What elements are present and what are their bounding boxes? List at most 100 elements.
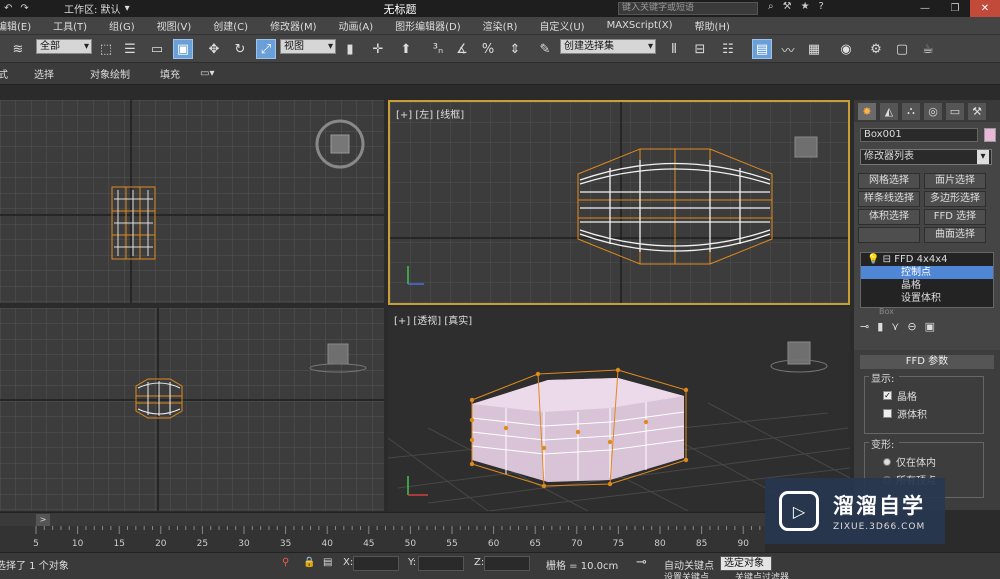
rendered-frame-icon[interactable]: ▢ bbox=[892, 39, 912, 59]
undo-icon[interactable]: ↶ bbox=[4, 3, 12, 14]
align-icon[interactable]: ⊟ bbox=[690, 39, 710, 59]
menu-group[interactable]: 组(G) bbox=[98, 18, 146, 33]
selection-filter-select[interactable]: 全部 bbox=[36, 39, 92, 54]
star-icon[interactable]: ★ bbox=[801, 1, 810, 12]
maximize-button[interactable]: ❐ bbox=[940, 0, 970, 17]
next-frame-icon[interactable]: > bbox=[36, 514, 50, 526]
y-coord-field[interactable] bbox=[418, 556, 464, 571]
help-icon[interactable]: ? bbox=[819, 1, 824, 12]
menu-animation[interactable]: 动画(A) bbox=[328, 18, 385, 33]
rotate-icon[interactable]: ↻ bbox=[230, 39, 250, 59]
lock-selection-icon[interactable]: ⚲ bbox=[282, 557, 289, 568]
render-teapot-icon[interactable]: ☕ bbox=[918, 39, 938, 59]
angle-snap-icon[interactable]: ∡ bbox=[452, 39, 472, 59]
source-volume-checkbox[interactable]: 源体积 bbox=[883, 406, 983, 421]
show-end-result-icon[interactable]: ▮ bbox=[877, 320, 883, 333]
redo-icon[interactable]: ↷ bbox=[20, 3, 28, 14]
rect-selection-icon[interactable]: ▭ bbox=[147, 39, 167, 59]
stack-item-ffd[interactable]: 💡 ⊟ FFD 4x4x4 bbox=[861, 253, 993, 266]
object-color-swatch[interactable] bbox=[984, 128, 996, 142]
menu-customize[interactable]: 自定义(U) bbox=[528, 18, 595, 33]
stack-item-lattice[interactable]: 晶格 bbox=[861, 279, 993, 292]
viewport-perspective-label[interactable]: [+] [透视] [真实] bbox=[394, 312, 472, 327]
menu-help[interactable]: 帮助(H) bbox=[684, 18, 741, 33]
transform-mode-icon[interactable]: ▤ bbox=[323, 557, 332, 568]
scene-explorer-icon[interactable]: ▤ bbox=[752, 39, 772, 59]
edit-named-sets-icon[interactable]: ✎ bbox=[535, 39, 555, 59]
workspace-select[interactable]: 工作区: 默认 ▾ bbox=[64, 1, 130, 16]
ribbon-options-icon[interactable]: ▭▾ bbox=[200, 68, 214, 79]
reference-coord-select[interactable]: 视图 bbox=[280, 39, 336, 54]
scale-icon[interactable]: ⤢ bbox=[256, 39, 276, 59]
pivot-center-icon[interactable]: ▮ bbox=[340, 39, 360, 59]
display-tab-icon[interactable]: ▭ bbox=[946, 102, 964, 120]
selected-objects-select[interactable]: 选定对象 bbox=[720, 556, 772, 571]
select-manipulate-icon[interactable]: ✛ bbox=[368, 39, 388, 59]
ffd-params-title[interactable]: FFD 参数 bbox=[860, 355, 994, 369]
mesh-select-button[interactable]: 网格选择 bbox=[858, 173, 920, 189]
menu-maxscript[interactable]: MAXScript(X) bbox=[596, 20, 684, 31]
mirror-icon[interactable]: ⫴ bbox=[664, 39, 684, 59]
viewport-front[interactable] bbox=[0, 308, 384, 511]
viewport-top[interactable] bbox=[0, 100, 384, 303]
bind-spacewarp-icon[interactable]: ≋ bbox=[8, 39, 28, 59]
object-name-field[interactable]: Box001 bbox=[860, 128, 978, 142]
ribbon-tab-selection[interactable]: 选择 bbox=[34, 66, 54, 81]
z-coord-field[interactable] bbox=[484, 556, 530, 571]
x-coord-field[interactable] bbox=[353, 556, 399, 571]
only-in-volume-radio[interactable]: 仅在体内 bbox=[883, 454, 983, 469]
layer-manager-icon[interactable]: ☷ bbox=[718, 39, 738, 59]
remove-modifier-icon[interactable]: ⊖ bbox=[907, 320, 916, 333]
select-object-icon[interactable]: ⬚ bbox=[96, 39, 116, 59]
ribbon-tab-modeling[interactable]: 模式 bbox=[0, 66, 8, 81]
spinner-snap-icon[interactable]: ⇕ bbox=[505, 39, 525, 59]
percent-snap-icon[interactable]: % bbox=[478, 39, 498, 59]
modifier-list-select[interactable]: 修改器列表 bbox=[860, 149, 992, 165]
menu-graph-editors[interactable]: 图形编辑器(D) bbox=[384, 18, 472, 33]
spline-select-button[interactable]: 样条线选择 bbox=[858, 191, 920, 207]
make-unique-icon[interactable]: ⋎ bbox=[891, 320, 899, 333]
stack-item-set-volume[interactable]: 设置体积 bbox=[861, 292, 993, 305]
ffd-select-button[interactable]: FFD 选择 bbox=[924, 209, 986, 225]
empty-set-button[interactable] bbox=[858, 227, 920, 243]
utilities-tab-icon[interactable]: ⚒ bbox=[968, 102, 986, 120]
ribbon-tab-populate[interactable]: 填充 bbox=[160, 66, 180, 81]
move-icon[interactable]: ✥ bbox=[204, 39, 224, 59]
named-selection-sets-select[interactable]: 创建选择集 bbox=[560, 39, 656, 54]
menu-edit[interactable]: 编辑(E) bbox=[0, 18, 42, 33]
material-editor-icon[interactable]: ◉ bbox=[836, 39, 856, 59]
viewport-left-label[interactable]: [+] [左] [线框] bbox=[396, 106, 464, 121]
tools-icon[interactable]: ⚒ bbox=[783, 1, 792, 12]
pin-stack-icon[interactable]: ⊸ bbox=[860, 320, 869, 333]
time-slider[interactable]: > bbox=[0, 512, 765, 526]
viewport-left[interactable]: [+] [左] [线框] bbox=[388, 100, 850, 305]
track-bar[interactable]: 5101520253035404550556065707580859095 bbox=[0, 526, 791, 552]
binoculars-icon[interactable]: ⌕ bbox=[768, 1, 774, 12]
dope-sheet-icon[interactable]: ▦ bbox=[804, 39, 824, 59]
key-filters-button[interactable]: 关键点过滤器 bbox=[735, 570, 789, 579]
ribbon-tab-object-paint[interactable]: 对象绘制 bbox=[90, 66, 130, 81]
vol-select-button[interactable]: 体积选择 bbox=[858, 209, 920, 225]
minimize-button[interactable]: — bbox=[910, 0, 940, 17]
key-mode-icon[interactable]: ⊸ bbox=[636, 555, 647, 570]
stack-item-control-points[interactable]: 控制点 bbox=[861, 266, 993, 279]
select-by-name-icon[interactable]: ☰ bbox=[120, 39, 140, 59]
close-button[interactable]: ✕ bbox=[970, 0, 1000, 17]
menu-create[interactable]: 创建(C) bbox=[202, 18, 259, 33]
window-crossing-icon[interactable]: ▣ bbox=[173, 39, 193, 59]
stack-item-box[interactable]: Box bbox=[861, 305, 993, 318]
hierarchy-tab-icon[interactable]: ⛬ bbox=[902, 102, 920, 120]
patch-select-button[interactable]: 面片选择 bbox=[924, 173, 986, 189]
snaps-toggle-icon[interactable]: ³ₙ bbox=[428, 39, 448, 59]
poly-select-button[interactable]: 多边形选择 bbox=[924, 191, 986, 207]
configure-sets-icon[interactable]: ▣ bbox=[925, 320, 935, 333]
absolute-mode-icon[interactable]: 🔒 bbox=[303, 557, 315, 568]
keyboard-shortcut-icon[interactable]: ⬆ bbox=[396, 39, 416, 59]
menu-modifiers[interactable]: 修改器(M) bbox=[259, 18, 327, 33]
curve-editor-icon[interactable]: 〰 bbox=[778, 39, 798, 59]
search-input[interactable]: 键入关键字或短语 bbox=[618, 2, 758, 15]
menu-tools[interactable]: 工具(T) bbox=[42, 18, 98, 33]
create-tab-icon[interactable]: ✸ bbox=[858, 102, 876, 120]
motion-tab-icon[interactable]: ◎ bbox=[924, 102, 942, 120]
surface-select-button[interactable]: 曲面选择 bbox=[924, 227, 986, 243]
